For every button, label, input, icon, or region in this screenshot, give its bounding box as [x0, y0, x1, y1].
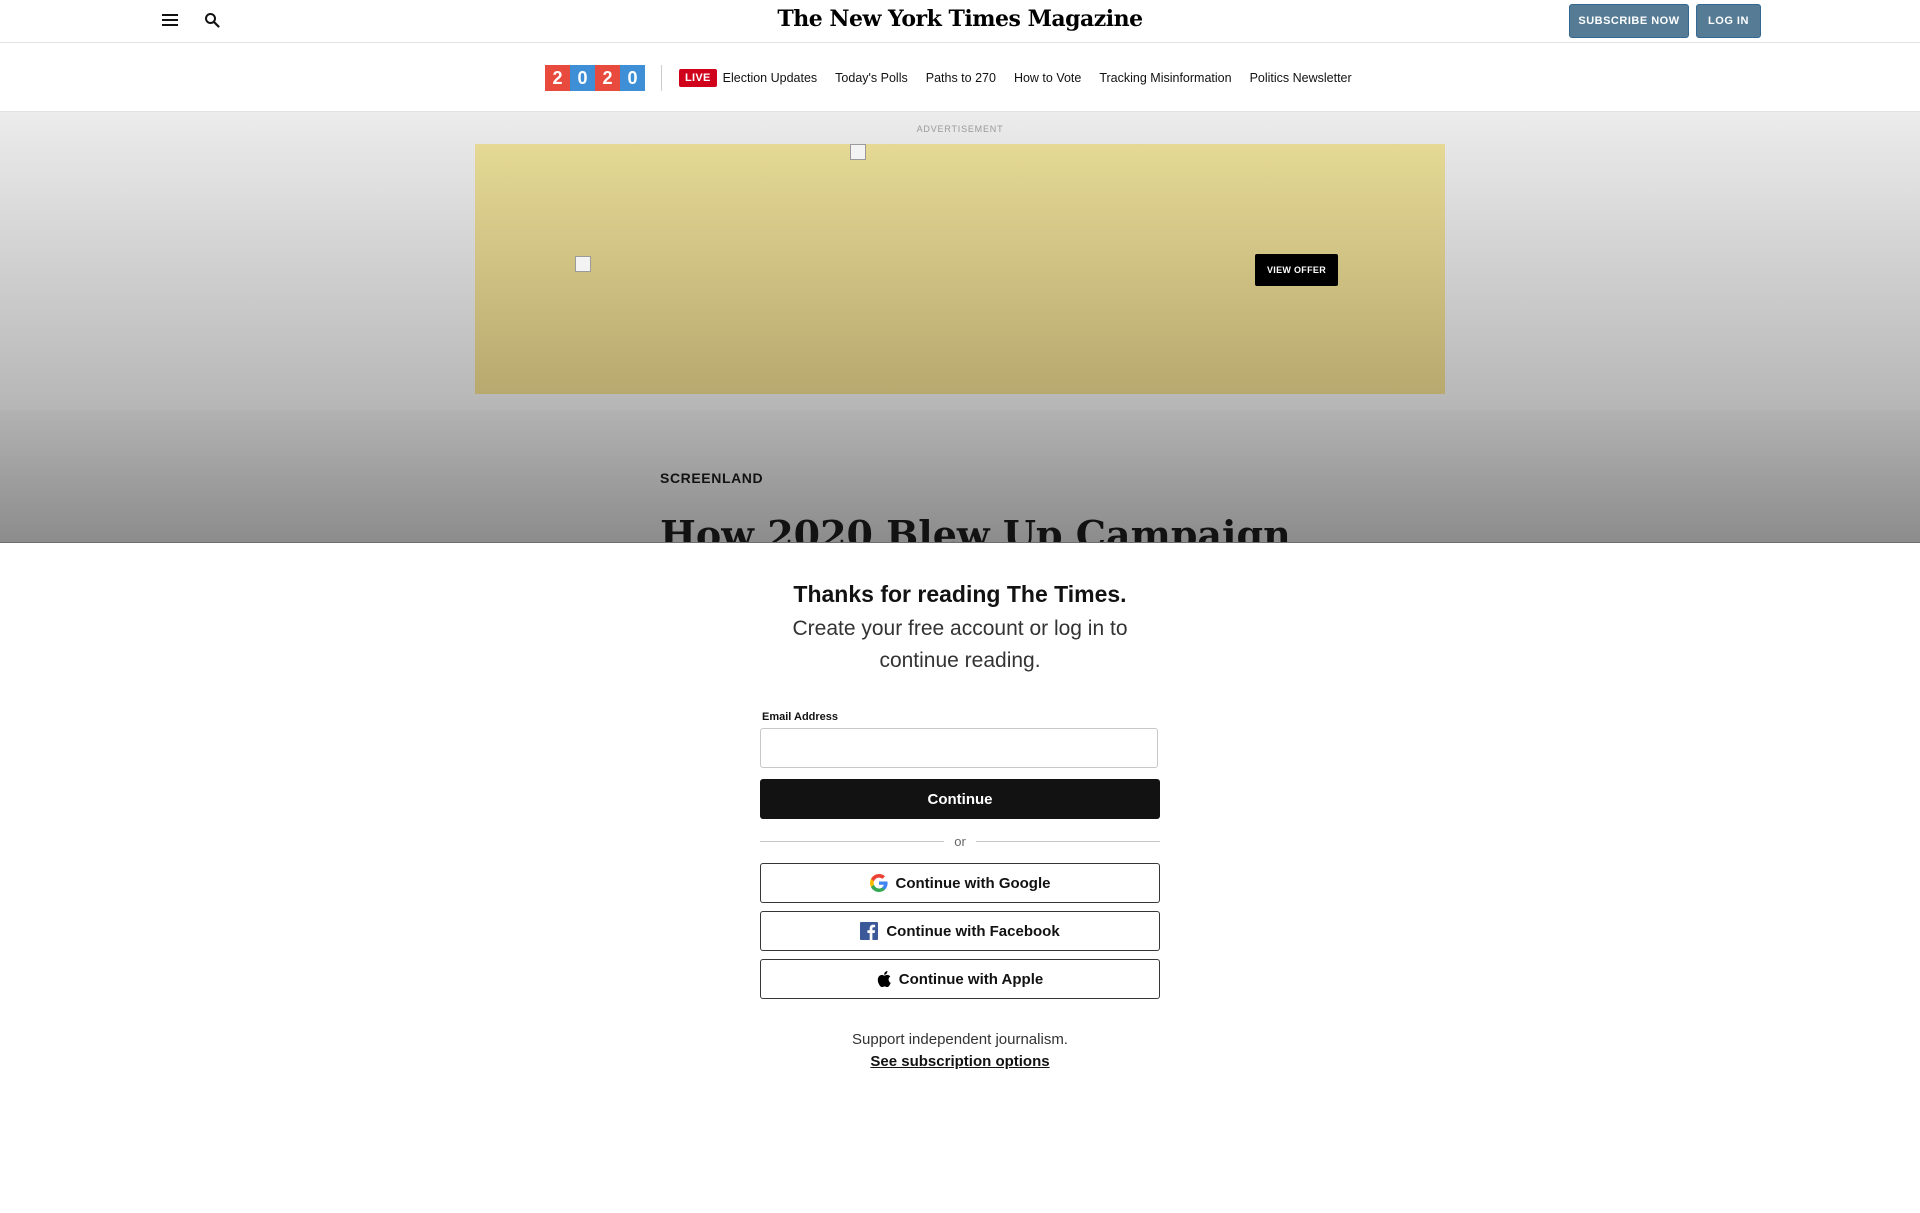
subscription-options-wrapper: See subscription options: [0, 1053, 1920, 1070]
google-icon: [869, 874, 888, 892]
facebook-icon: [860, 922, 879, 940]
apple-button-label: Continue with Apple: [898, 970, 1044, 988]
article-kicker[interactable]: Screenland: [660, 470, 763, 486]
broken-image-icon: [575, 256, 591, 272]
ad-banner[interactable]: VIEW OFFER: [475, 144, 1445, 394]
year-digit: 2: [595, 65, 620, 91]
live-badge: LIVE: [679, 69, 717, 87]
advertisement-zone: Advertisement VIEW OFFER: [0, 112, 1920, 410]
nav-link-how-to-vote[interactable]: How to Vote: [1014, 71, 1081, 85]
continue-with-facebook-button[interactable]: Continue with Facebook: [760, 911, 1160, 951]
or-text: or: [954, 833, 966, 849]
advertisement-label: Advertisement: [916, 124, 1004, 134]
election-2020-badge[interactable]: 2 0 2 0: [545, 65, 645, 91]
nav-link-election-updates[interactable]: Election Updates: [723, 71, 818, 85]
or-divider: or: [760, 833, 1160, 849]
nav-link-tracking-misinformation[interactable]: Tracking Misinformation: [1099, 71, 1231, 85]
nav-link-paths-to-270[interactable]: Paths to 270: [926, 71, 996, 85]
email-field[interactable]: [760, 728, 1158, 768]
year-digit: 0: [620, 65, 645, 91]
continue-with-apple-button[interactable]: Continue with Apple: [760, 959, 1160, 999]
login-button[interactable]: Log In: [1696, 4, 1761, 38]
article-header: Screenland How 2020 Blew Up Campaign: [0, 410, 1920, 542]
facebook-button-label: Continue with Facebook: [886, 922, 1060, 940]
nav-divider: [661, 65, 662, 91]
subscribe-button[interactable]: Subscribe Now: [1569, 4, 1689, 38]
regiwall-title: Thanks for reading The Times.: [793, 581, 1127, 607]
election-nav-links: LIVE Election Updates Today's Polls Path…: [679, 65, 1370, 91]
year-digit: 0: [570, 65, 595, 91]
regiwall-subtitle: Create your free account or log in to co…: [792, 617, 1128, 672]
registration-wall: Thanks for reading The Times. Create you…: [0, 542, 1920, 1213]
continue-button[interactable]: Continue: [760, 779, 1160, 819]
divider-line: [760, 840, 945, 842]
broken-image-icon: [850, 144, 866, 160]
year-digit: 2: [545, 65, 570, 91]
masthead: The New York Times Magazine Subscribe No…: [0, 0, 1920, 43]
election-nav-bar: 2 0 2 0 LIVE Election Updates Today's Po…: [0, 43, 1920, 112]
article-headline: How 2020 Blew Up Campaign: [660, 512, 1291, 542]
divider-line: [975, 840, 1160, 842]
site-logo-text[interactable]: The New York Times Magazine: [777, 6, 1143, 32]
continue-with-google-button[interactable]: Continue with Google: [760, 863, 1160, 903]
view-offer-button[interactable]: VIEW OFFER: [1255, 254, 1338, 286]
subscription-options-link[interactable]: See subscription options: [870, 1053, 1049, 1070]
nav-link-politics-newsletter[interactable]: Politics Newsletter: [1250, 71, 1352, 85]
support-text: Support independent journalism.: [852, 1031, 1068, 1048]
email-field-label: Email Address: [762, 711, 839, 723]
nav-link-todays-polls[interactable]: Today's Polls: [835, 71, 908, 85]
menu-icon[interactable]: [158, 8, 182, 32]
search-icon[interactable]: [200, 8, 224, 32]
apple-icon: [877, 971, 891, 987]
google-button-label: Continue with Google: [895, 874, 1051, 892]
